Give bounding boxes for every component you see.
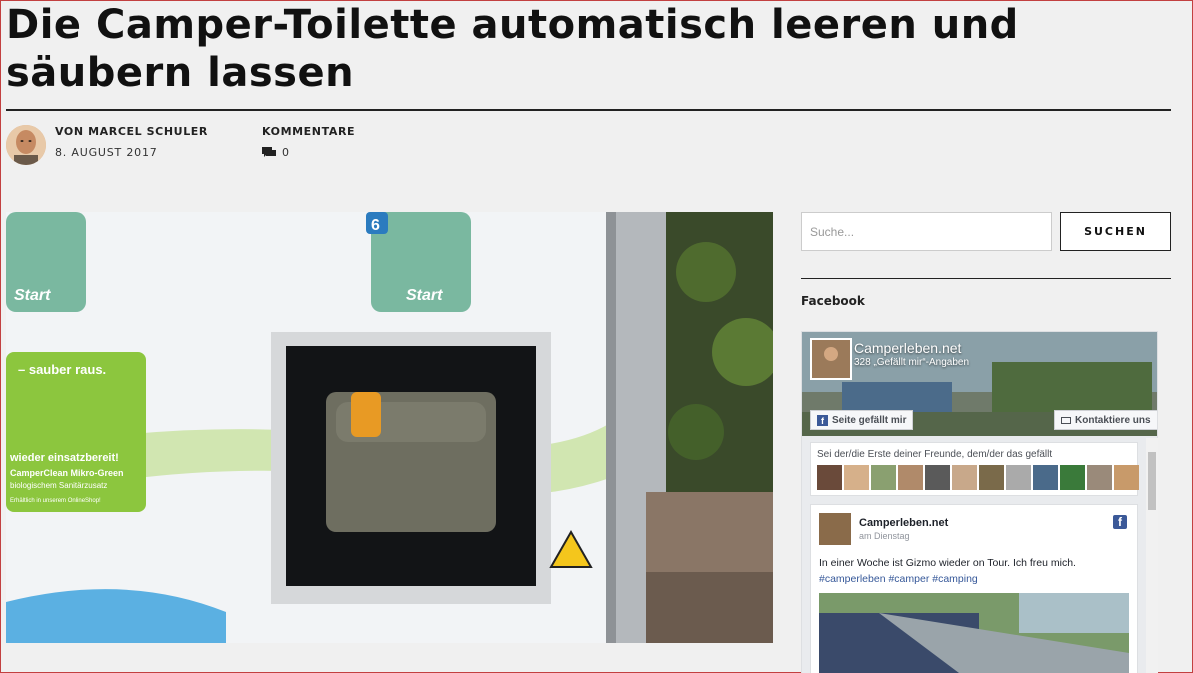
facebook-post-avatar[interactable] bbox=[819, 513, 851, 545]
hero-start-label-right: Start bbox=[406, 287, 443, 304]
facebook-post-text: In einer Woche ist Gizmo wieder on Tour.… bbox=[819, 557, 1076, 569]
facebook-post: Camperleben.net am Dienstag f In einer W… bbox=[810, 504, 1138, 673]
facebook-logo-icon[interactable]: f bbox=[1113, 515, 1127, 529]
facebook-heading: Facebook bbox=[801, 294, 865, 308]
comments-label: KOMMENTARE bbox=[262, 125, 356, 138]
facebook-friends-box: Sei der/die Erste deiner Freunde, dem/de… bbox=[810, 442, 1139, 496]
comments-icon bbox=[262, 147, 276, 157]
sidebar-divider bbox=[801, 278, 1171, 279]
facebook-post-image[interactable] bbox=[819, 593, 1129, 673]
facebook-page-avatar[interactable] bbox=[810, 338, 852, 380]
author-avatar[interactable] bbox=[6, 125, 46, 165]
article-title: Die Camper-Toilette automatisch leeren u… bbox=[6, 2, 1019, 96]
search-input[interactable] bbox=[801, 212, 1052, 251]
title-divider bbox=[6, 109, 1171, 111]
comments-block: KOMMENTARE 0 bbox=[262, 125, 355, 159]
facebook-widget-scrollbar[interactable] bbox=[1146, 438, 1158, 673]
friend-avatar[interactable] bbox=[1087, 465, 1112, 490]
hero-sauber-text: – sauber raus. bbox=[18, 362, 106, 377]
facebook-f-icon: f bbox=[817, 414, 828, 426]
search-button[interactable]: SUCHEN bbox=[1060, 212, 1171, 251]
hero-einsatzbereit-text: wieder einsatzbereit! bbox=[9, 452, 119, 464]
facebook-contact-label: Kontaktiere uns bbox=[1075, 414, 1151, 426]
comments-link[interactable]: 0 bbox=[262, 146, 355, 159]
mail-icon bbox=[1061, 416, 1071, 424]
facebook-friend-faces bbox=[817, 465, 1139, 490]
facebook-post-author[interactable]: Camperleben.net bbox=[859, 517, 948, 529]
hero-product-desc: biologischem Sanitärzusatz bbox=[10, 481, 107, 490]
author-name[interactable]: VON MARCEL SCHULER bbox=[55, 125, 208, 138]
hero-image[interactable]: Start Start 6 – sauber raus. wieder eins… bbox=[6, 212, 773, 643]
friend-avatar[interactable] bbox=[979, 465, 1004, 490]
hero-product-name: CamperClean Mikro-Green bbox=[10, 468, 124, 478]
facebook-cover-image[interactable]: Camperleben.net 328 „Gefällt mir“-Angabe… bbox=[802, 332, 1157, 436]
facebook-page-name[interactable]: Camperleben.net bbox=[854, 340, 961, 356]
facebook-like-label: Seite gefällt mir bbox=[832, 414, 907, 426]
friend-avatar[interactable] bbox=[925, 465, 950, 490]
friend-avatar[interactable] bbox=[898, 465, 923, 490]
facebook-page-widget: Camperleben.net 328 „Gefällt mir“-Angabe… bbox=[801, 331, 1158, 673]
hero-step-number: 6 bbox=[371, 217, 380, 234]
facebook-friends-text: Sei der/die Erste deiner Freunde, dem/de… bbox=[817, 449, 1053, 460]
facebook-page-likes: 328 „Gefällt mir“-Angaben bbox=[854, 357, 970, 368]
facebook-contact-button[interactable]: Kontaktiere uns bbox=[1054, 410, 1157, 430]
comments-count: 0 bbox=[282, 146, 290, 159]
facebook-like-button[interactable]: f Seite gefällt mir bbox=[810, 410, 914, 430]
friend-avatar[interactable] bbox=[871, 465, 896, 490]
friend-avatar[interactable] bbox=[952, 465, 977, 490]
publish-date: 8. AUGUST 2017 bbox=[55, 146, 158, 159]
hero-shop-text: Erhältlich in unserem OnlineShop! bbox=[10, 498, 101, 504]
friend-avatar[interactable] bbox=[1060, 465, 1085, 490]
facebook-post-date[interactable]: am Dienstag bbox=[859, 531, 910, 541]
friend-avatar[interactable] bbox=[1114, 465, 1139, 490]
scrollbar-thumb[interactable] bbox=[1148, 452, 1156, 510]
friend-avatar[interactable] bbox=[1033, 465, 1058, 490]
friend-avatar[interactable] bbox=[817, 465, 842, 490]
friend-avatar[interactable] bbox=[1006, 465, 1031, 490]
hero-start-label-left: Start bbox=[14, 287, 51, 304]
friend-avatar[interactable] bbox=[844, 465, 869, 490]
facebook-post-hashtags[interactable]: #camperleben #camper #camping bbox=[819, 573, 978, 585]
author-block: VON MARCEL SCHULER 8. AUGUST 2017 bbox=[55, 125, 208, 159]
